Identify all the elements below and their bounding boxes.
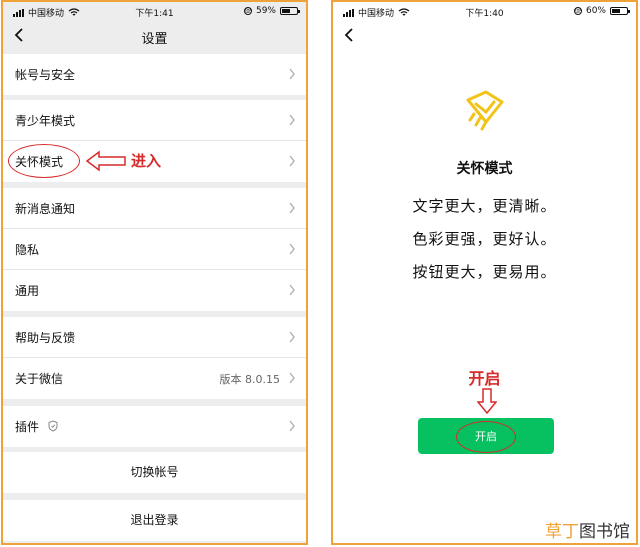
settings-screen: 中国移动 下午1:41 @ 59% 设置 帐号与安全 青少年模式 关怀模式 新消… [1,0,308,545]
settings-item-plugins[interactable]: 插件 [3,406,306,447]
chevron-right-icon [289,284,295,296]
settings-group-general: 新消息通知 隐私 通用 [3,188,306,311]
settings-item-label: 隐私 [15,243,40,257]
chevron-right-icon [289,202,295,214]
battery-percent: 59% [255,6,276,16]
settings-group-plugins: 插件 [3,406,306,447]
settings-group-help: 帮助与反馈 关于微信 版本 8.0.15 [3,317,306,399]
settings-item-label: 帮助与反馈 [15,331,76,345]
page-title: 设置 [141,32,168,47]
care-mode-title: 关怀模式 [456,161,513,177]
settings-group-account: 帐号与安全 [3,54,306,95]
settings-item-label: 插件 [15,420,40,434]
settings-item-teen-mode[interactable]: 青少年模式 [3,100,306,141]
annotation-circle [8,144,80,178]
battery-icon [610,7,630,15]
chevron-right-icon [289,114,295,126]
care-mode-screen: 中国移动 下午1:40 @ 60% 关怀模式 文字更大，更清晰。 色彩更强，更好… [331,0,638,545]
care-mode-icon [466,90,504,131]
settings-item-notifications[interactable]: 新消息通知 [3,188,306,229]
annotation-arrow-down-icon [477,388,497,414]
version-value: 版本 8.0.15 [219,373,280,386]
settings-item-label: 关于微信 [15,372,64,386]
annotation-open-label: 开启 [468,369,501,388]
annotation-circle [456,421,516,453]
settings-item-help-feedback[interactable]: 帮助与反馈 [3,317,306,358]
feature-line: 按钮更大，更易用。 [412,263,557,281]
chevron-right-icon [289,331,295,343]
status-bar: 中国移动 下午1:40 @ 60% [333,2,636,20]
settings-item-label: 通用 [15,284,40,298]
chevron-right-icon [289,243,295,255]
switch-account-button[interactable]: 切换帐号 [3,452,306,493]
battery-icon [280,7,300,15]
settings-item-about[interactable]: 关于微信 版本 8.0.15 [3,358,306,399]
settings-item-label: 青少年模式 [15,114,76,128]
watermark: 草丁图书馆 [541,516,634,543]
chevron-right-icon [289,68,295,80]
annotation-arrow-left-icon [85,150,126,172]
settings-item-general[interactable]: 通用 [3,270,306,311]
chevron-right-icon [289,155,295,167]
settings-item-privacy[interactable]: 隐私 [3,229,306,270]
nav-bar: 设置 [3,20,306,52]
logout-button[interactable]: 退出登录 [3,500,306,541]
feature-line: 色彩更强，更好认。 [412,230,557,248]
orientation-lock-icon: @ [243,7,252,15]
settings-item-account-security[interactable]: 帐号与安全 [3,54,306,95]
annotation-enter-label: 进入 [131,152,162,170]
status-bar: 中国移动 下午1:41 @ 59% [3,2,306,20]
settings-item-label: 帐号与安全 [15,68,76,82]
chevron-right-icon [289,420,295,432]
orientation-lock-icon: @ [573,7,582,15]
feature-line: 文字更大，更清晰。 [412,197,557,215]
battery-percent: 60% [585,6,606,16]
chevron-right-icon [289,372,295,384]
back-icon[interactable] [343,26,357,44]
shield-icon [48,420,58,432]
settings-item-label: 新消息通知 [15,202,76,216]
